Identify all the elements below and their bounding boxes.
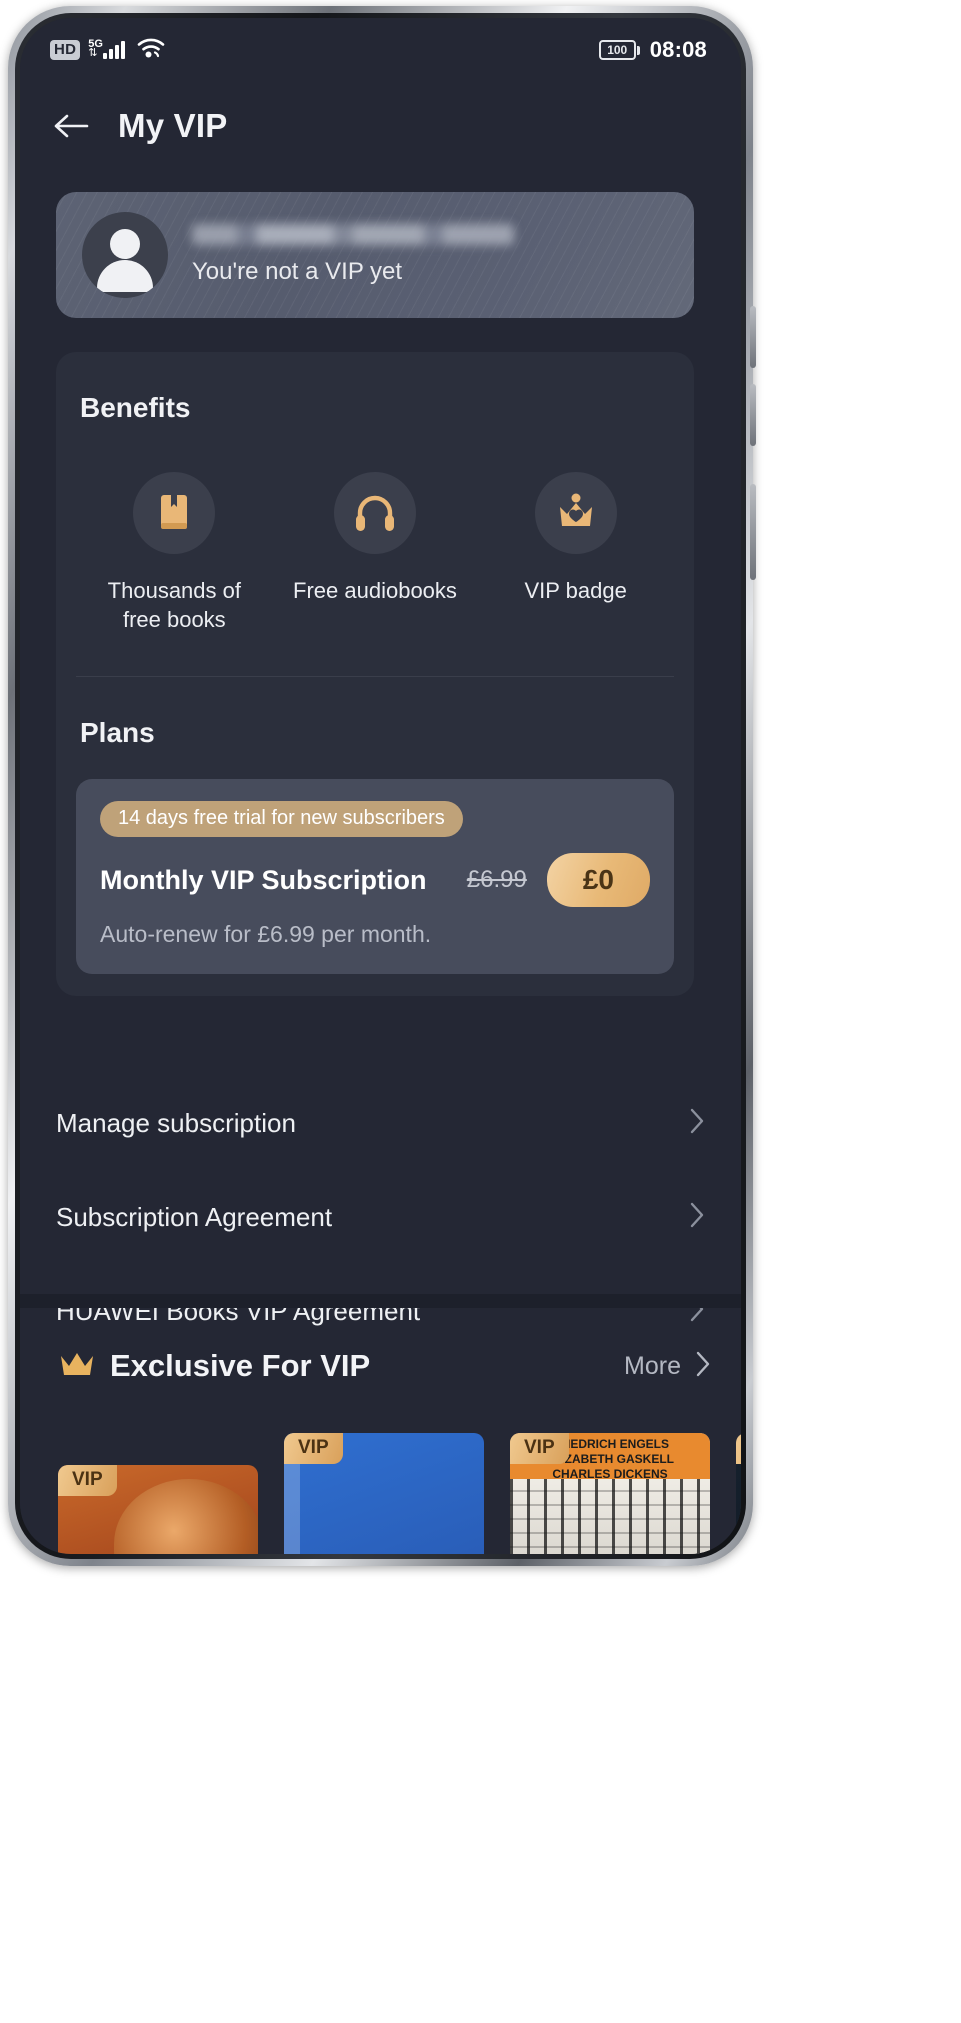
signal-bars-icon: 5G ⇅ [88, 39, 126, 59]
auto-renew-note: Auto-renew for £6.99 per month. [100, 921, 432, 948]
plan-name-label: Monthly VIP Subscription [100, 864, 427, 895]
vip-tag: VIP [736, 1433, 741, 1464]
vip-tag: VIP [510, 1433, 569, 1464]
phone-screen: HD 5G ⇅ 100 08:08 My VIP You're not a VI… [20, 18, 741, 1554]
vip-tag: VIP [284, 1433, 343, 1464]
benefit-item-audiobooks: Free audiobooks [287, 472, 463, 634]
plan-row: Monthly VIP Subscription £6.99 £0 [100, 853, 650, 908]
chevron-right-icon[interactable] [695, 1350, 711, 1383]
sidebar-item-manage-subscription[interactable]: Manage subscription [56, 1076, 705, 1170]
plan-original-price: £6.99 [466, 866, 527, 894]
chevron-right-icon [689, 1201, 705, 1234]
status-bar: HD 5G ⇅ 100 08:08 [20, 18, 741, 82]
book-card[interactable]: FRIEDRICH ENGELS ELIZABETH GASKELL CHARL… [510, 1433, 710, 1554]
user-avatar-icon [82, 212, 168, 298]
benefit-label: Thousands of free books [107, 578, 241, 633]
benefits-title: Benefits [80, 392, 191, 423]
exclusive-books-carousel[interactable]: VIP Novela SOLO EL VERDADERO VIP THE BLA… [58, 1425, 741, 1554]
book-cover-art [510, 1479, 710, 1554]
battery-level-label: 100 [607, 43, 628, 57]
user-email-masked [192, 224, 514, 245]
trial-badge: 14 days free trial for new subscribers [100, 801, 463, 838]
back-arrow-icon[interactable] [50, 105, 92, 147]
volume-down-button[interactable] [750, 384, 756, 446]
benefit-item-free-books: Thousands of free books [86, 472, 262, 634]
book-card[interactable]: VIP LOVECRAFT [736, 1433, 741, 1554]
screenshot-root: HD 5G ⇅ 100 08:08 My VIP You're not a VI… [0, 0, 961, 2023]
phone-bezel: HD 5G ⇅ 100 08:08 My VIP You're not a VI… [15, 13, 746, 1559]
plan-card-monthly[interactable]: 14 days free trial for new subscribers M… [76, 779, 674, 975]
benefits-list: Thousands of free books Free audiobooks … [56, 424, 694, 676]
book-title: THE BLACK [284, 1551, 484, 1554]
app-header: My VIP [20, 82, 741, 170]
section-separator [20, 1294, 741, 1308]
page-content[interactable]: You're not a VIP yet Benefits Thousands … [20, 170, 741, 1554]
vip-status-label: You're not a VIP yet [192, 258, 403, 285]
battery-icon: 100 [598, 40, 640, 60]
status-bar-right: 100 08:08 [598, 37, 707, 63]
wifi-icon [137, 37, 165, 64]
profile-card[interactable]: You're not a VIP yet [56, 192, 694, 318]
data-arrows-icon: ⇅ [88, 47, 98, 59]
sidebar-item-huawei-books-vip-agreement[interactable]: HUAWEI Books VIP Agreement [56, 1264, 705, 1358]
benefit-item-vip-badge: VIP badge [488, 472, 664, 634]
benefit-label: VIP badge [524, 578, 627, 603]
link-label: Subscription Agreement [56, 1201, 333, 1232]
power-button[interactable] [750, 484, 756, 580]
sidebar-item-subscription-agreement[interactable]: Subscription Agreement [56, 1170, 705, 1264]
book-icon [133, 472, 216, 554]
volume-up-button[interactable] [750, 306, 756, 368]
more-link-label[interactable]: More [624, 1352, 681, 1381]
exclusive-section-header: Exclusive For VIP More [58, 1348, 711, 1384]
subscribe-price-button[interactable]: £0 [546, 853, 650, 908]
hd-badge: HD [50, 39, 81, 61]
settings-links: Manage subscription Subscription Agreeme… [56, 1076, 705, 1358]
crown-badge-icon [534, 472, 617, 554]
vip-tag: VIP [58, 1465, 117, 1496]
chevron-right-icon [689, 1107, 705, 1140]
book-card[interactable]: VIP Novela SOLO EL VERDADERO [58, 1465, 258, 1554]
clock-label: 08:08 [649, 37, 707, 62]
crown-icon [58, 1349, 96, 1384]
link-label: Manage subscription [56, 1107, 296, 1138]
book-cover-art [114, 1479, 258, 1554]
phone-frame: HD 5G ⇅ 100 08:08 My VIP You're not a VI… [8, 6, 756, 1566]
benefit-label: Free audiobooks [293, 578, 457, 603]
status-bar-left: HD 5G ⇅ [50, 37, 165, 64]
benefits-plans-panel: Benefits Thousands of free books Free au… [56, 352, 694, 997]
plans-title: Plans [80, 717, 155, 749]
profile-text: You're not a VIP yet [192, 224, 514, 286]
book-card[interactable]: VIP THE BLACK 🔥 [284, 1433, 484, 1554]
headphones-icon [333, 472, 416, 554]
exclusive-section-title: Exclusive For VIP [110, 1348, 371, 1383]
page-title: My VIP [118, 107, 228, 144]
